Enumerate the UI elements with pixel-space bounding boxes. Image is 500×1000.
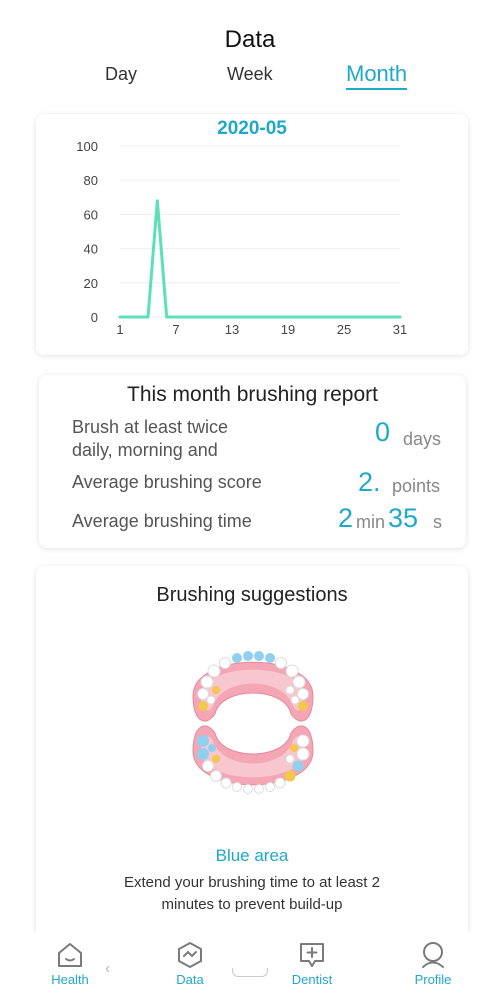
nav-data-label: Data — [176, 972, 204, 987]
x-tick-label: 1 — [116, 322, 123, 337]
nav-health-label: Health — [51, 972, 89, 987]
brush-twice-label-line2: daily, morning and — [72, 440, 218, 460]
home-icon — [58, 943, 82, 967]
avg-score-label: Average brushing score — [72, 472, 262, 492]
min-unit: min — [356, 512, 386, 532]
report-card: This month brushing report Brush at leas… — [39, 375, 466, 548]
back-chevron-icon[interactable]: ‹ — [105, 960, 110, 978]
tab-month-label: Month — [346, 61, 408, 86]
profile-icon — [422, 942, 444, 968]
home-indicator — [232, 968, 268, 977]
avg-time-minutes-value: 2 — [338, 503, 354, 533]
x-tick-label: 31 — [393, 322, 407, 337]
suggestions-card: Brushing suggestions Blue area Extend yo… — [36, 566, 468, 946]
page-title: Data — [224, 26, 276, 53]
series-line — [118, 199, 402, 319]
tab-month-underline — [346, 88, 408, 90]
suggestions-title: Brushing suggestions — [156, 584, 348, 606]
avg-time-seconds-value: 35 — [388, 503, 419, 533]
y-tick-label: 100 — [76, 139, 98, 154]
s-unit: s — [433, 512, 442, 532]
nav-dentist[interactable]: Dentist — [272, 940, 352, 987]
dentist-chat-icon — [300, 943, 324, 967]
tab-week[interactable]: Week — [227, 64, 273, 85]
nav-health[interactable]: Health — [30, 940, 110, 987]
tab-day[interactable]: Day — [105, 64, 137, 85]
brushing-chart: 2020-05 0 20 40 60 80 100 1 7 13 19 25 31 — [76, 118, 407, 337]
teeth-diagram-icon — [192, 651, 314, 794]
y-tick-label: 40 — [84, 242, 98, 257]
brush-twice-label-line1: Brush at least twice — [72, 417, 229, 437]
chart-card: 2020-05 0 20 40 60 80 100 1 7 13 19 25 31 — [36, 114, 468, 355]
days-unit: days — [403, 429, 442, 449]
x-tick-label: 13 — [225, 322, 239, 337]
y-tick-label: 80 — [84, 173, 98, 188]
x-tick-label: 19 — [281, 322, 295, 337]
nav-dentist-label: Dentist — [291, 972, 333, 987]
nav-profile-label: Profile — [414, 972, 452, 987]
nav-data[interactable]: Data — [150, 940, 230, 987]
chart-title: 2020-05 — [217, 118, 287, 139]
report-title: This month brushing report — [127, 383, 378, 406]
nav-profile[interactable]: Profile — [393, 940, 473, 987]
avg-score-value: 2. — [358, 467, 381, 497]
period-tabs: Day Week Month — [0, 61, 500, 98]
points-unit: points — [392, 476, 441, 496]
data-icon — [178, 942, 202, 968]
x-tick-label: 25 — [337, 322, 351, 337]
y-tick-label: 0 — [91, 310, 98, 325]
tab-month[interactable]: Month — [346, 61, 408, 90]
y-tick-label: 20 — [84, 276, 98, 291]
brush-twice-days-value: 0 — [375, 417, 391, 447]
y-tick-label: 60 — [84, 207, 98, 222]
avg-time-label: Average brushing time — [72, 511, 252, 531]
bottom-nav: Health ‹ Data Dentist Profile — [0, 932, 500, 1000]
area-label: Blue area — [215, 846, 289, 865]
area-description: Extend your brushing time to at least 2 … — [124, 874, 380, 913]
x-tick-label: 7 — [172, 322, 179, 337]
brush-twice-label: Brush at least twice daily, morning and — [72, 416, 228, 462]
